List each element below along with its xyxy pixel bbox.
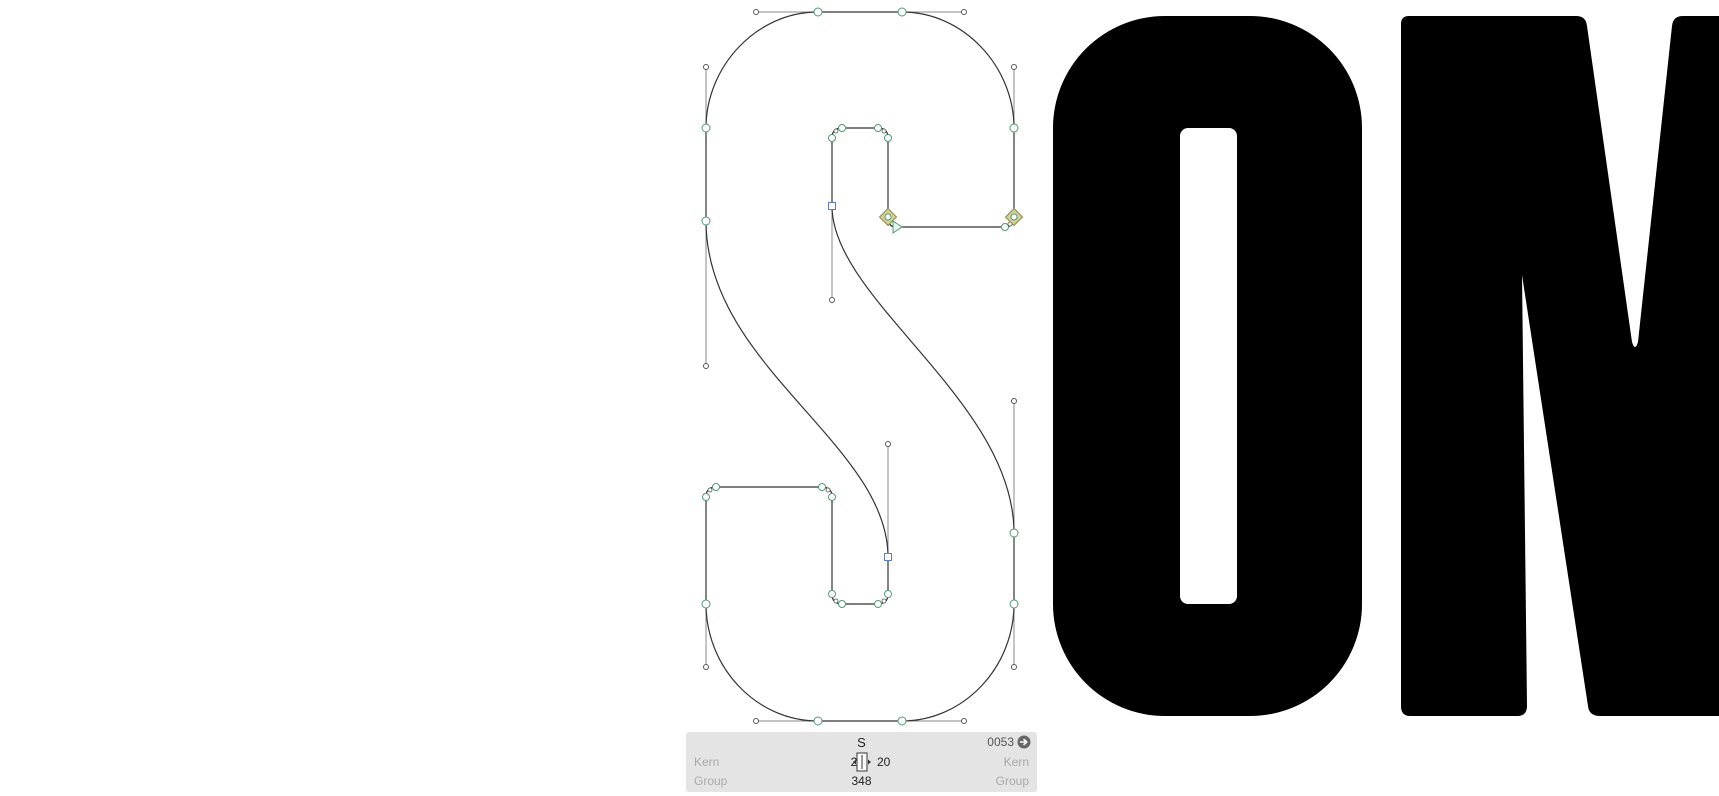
right-sidebearing-value[interactable]: 20 — [877, 755, 890, 769]
square-nodes[interactable] — [828, 202, 892, 561]
arrow-right-circle-icon[interactable] — [1017, 735, 1031, 749]
preview-glyph-O — [1053, 16, 1362, 716]
glyph-name[interactable]: S — [686, 736, 1037, 750]
preview-glyph-M — [1401, 16, 1719, 716]
right-kern-field[interactable]: Kern — [1004, 755, 1029, 769]
selected-nodes[interactable] — [878, 207, 1024, 227]
handle-points[interactable] — [703, 9, 1017, 724]
path-start-arrow — [892, 220, 903, 234]
corner-offcurve-points[interactable] — [707, 128, 1013, 604]
bezier-handles[interactable] — [705, 11, 1015, 722]
sidebearings-icon[interactable] — [852, 751, 872, 773]
on-curve-nodes[interactable] — [701, 7, 1019, 726]
advance-width-value[interactable]: 348 — [686, 774, 1037, 788]
glyph-outline-S[interactable] — [705, 11, 1015, 722]
left-kern-field[interactable]: Kern — [694, 755, 719, 769]
glyph-info-panel: S 0053 Kern Kern Group Group 20 20 348 — [686, 732, 1037, 792]
unicode-value[interactable]: 0053 — [987, 735, 1014, 749]
glyph-edit-canvas[interactable] — [0, 0, 1719, 796]
unicode-field[interactable]: 0053 — [987, 735, 1031, 749]
